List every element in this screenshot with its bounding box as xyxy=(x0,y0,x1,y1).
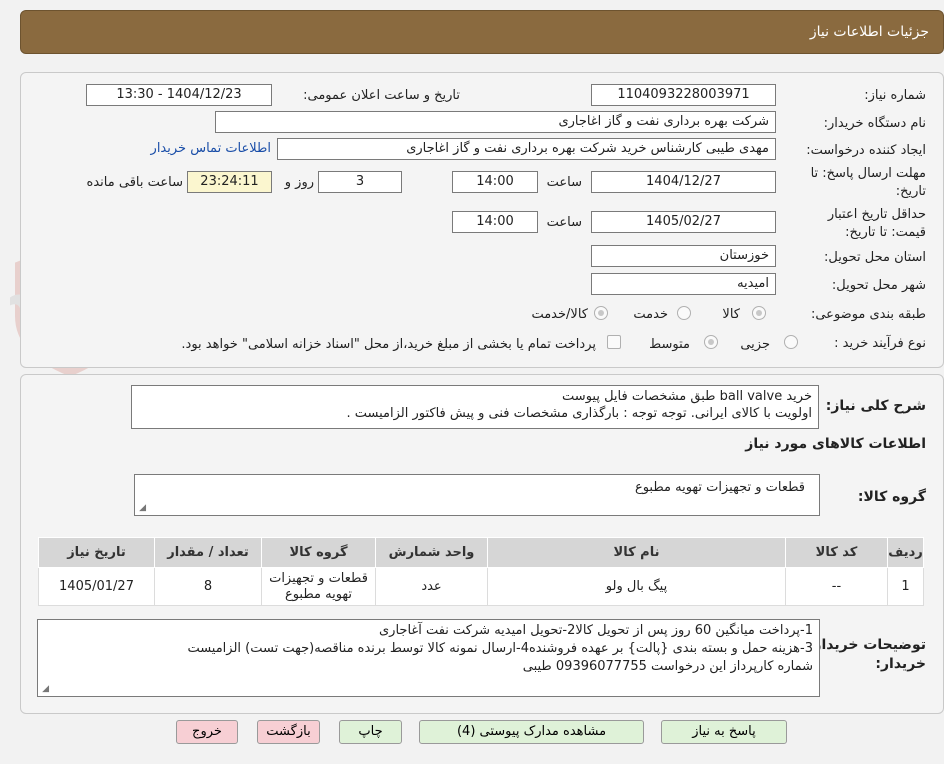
cell-row-number: 1 xyxy=(887,567,924,606)
buyer-notes-textarea: 1-پرداخت میانگین 60 روز پس از تحویل کالا… xyxy=(37,619,820,697)
goods-group-textarea: قطعات و تجهیزات تهویه مطبوع ◢ xyxy=(134,474,820,516)
cell-item-name: پیگ بال ولو xyxy=(487,567,786,606)
deadline-time-field: 14:00 xyxy=(452,171,538,193)
col-quantity: تعداد / مقدار xyxy=(154,537,262,568)
province-field: خوزستان xyxy=(591,245,776,267)
table-header-row: ردیف کد کالا نام کالا واحد شمارش گروه کا… xyxy=(38,537,924,568)
buyer-notes-line-2: 3-هزینه حمل و بسته بندی {پالت} بر عهده ف… xyxy=(187,641,813,656)
print-button[interactable]: چاپ xyxy=(339,720,402,744)
purchase-minor-label: جزیی xyxy=(740,337,770,352)
need-number-label: شماره نیاز: xyxy=(864,88,926,103)
category-service-radio[interactable] xyxy=(677,306,691,320)
col-item-code: کد کالا xyxy=(785,537,888,568)
deadline-time-label: ساعت xyxy=(546,175,582,190)
cell-quantity: 8 xyxy=(154,567,262,606)
resize-handle-icon: ◢ xyxy=(42,684,49,694)
validity-label: حداقل تاریخ اعتبار xyxy=(827,207,926,222)
col-goods-group: گروه کالا xyxy=(261,537,376,568)
purchase-medium-label: متوسط xyxy=(649,337,690,352)
exit-button[interactable]: خروج xyxy=(176,720,238,744)
purchase-type-label: نوع فرآیند خرید : xyxy=(834,336,926,351)
buyer-org-field: شرکت بهره برداری نفت و گاز اغاجاری xyxy=(215,111,776,133)
cell-goods-group: قطعات و تجهیزات تهویه مطبوع xyxy=(261,567,376,606)
deadline-date-field: 1404/12/27 xyxy=(591,171,776,193)
buyer-notes-line-3: شماره کارپرداز این درخواست 09396077755 ط… xyxy=(522,659,813,674)
buyer-notes-label: توضیحات خریدار: xyxy=(807,637,926,653)
purchase-minor-radio[interactable] xyxy=(784,335,798,349)
city-field: امیدیه xyxy=(591,273,776,295)
announce-field: 1404/12/23 - 13:30 xyxy=(86,84,272,106)
summary-line-2: اولویت با کالای ایرانی. توجه توجه : بارگ… xyxy=(346,406,812,421)
buyer-org-label: نام دستگاه خریدار: xyxy=(823,116,926,131)
summary-textarea: خرید ball valve طبق مشخصات فایل پیوست او… xyxy=(131,385,819,429)
validity-label-2: قیمت: تا تاریخ: xyxy=(845,225,926,240)
goods-section-title: اطلاعات کالاهای مورد نیاز xyxy=(745,436,926,452)
page-header: جزئیات اطلاعات نیاز xyxy=(20,10,944,54)
province-label: استان محل تحویل: xyxy=(824,250,926,265)
need-number-field: 1104093228003971 xyxy=(591,84,776,106)
col-row-number: ردیف xyxy=(887,537,924,568)
validity-date-field: 1405/02/27 xyxy=(591,211,776,233)
col-item-name: نام کالا xyxy=(487,537,786,568)
category-goods-service-radio[interactable] xyxy=(594,306,608,320)
reply-button[interactable]: پاسخ به نیاز xyxy=(661,720,787,744)
days-remaining-field: 3 xyxy=(318,171,402,193)
category-label: طبقه بندی موضوعی: xyxy=(810,307,926,322)
cell-need-date: 1405/01/27 xyxy=(38,567,155,606)
summary-line-1: خرید ball valve طبق مشخصات فایل پیوست xyxy=(562,389,812,404)
col-unit: واحد شمارش xyxy=(375,537,488,568)
buyer-notes-label-2: خریدار: xyxy=(875,656,926,672)
category-goods-radio[interactable] xyxy=(752,306,766,320)
remaining-time-field: 23:24:11 xyxy=(187,171,272,193)
days-label: روز و xyxy=(284,175,314,190)
requester-field: مهدی طیبی کارشناس خرید شرکت بهره برداری … xyxy=(277,138,776,160)
announce-label: تاریخ و ساعت اعلان عمومی: xyxy=(303,88,460,103)
city-label: شهر محل تحویل: xyxy=(831,278,926,293)
category-service-label: خدمت xyxy=(633,307,668,322)
treasury-payment-label: پرداخت تمام یا بخشی از مبلغ خرید،از محل … xyxy=(181,337,596,352)
cell-item-code: -- xyxy=(785,567,888,606)
view-attachments-button[interactable]: مشاهده مدارک پیوستی (4) xyxy=(419,720,644,744)
table-row: 1 -- پیگ بال ولو عدد قطعات و تجهیزات تهو… xyxy=(38,567,924,606)
goods-group-label: گروه کالا: xyxy=(857,489,926,505)
buyer-contact-link[interactable]: اطلاعات تماس خریدار xyxy=(151,141,271,156)
page-title: جزئیات اطلاعات نیاز xyxy=(809,24,929,40)
back-button[interactable]: بازگشت xyxy=(257,720,320,744)
treasury-payment-checkbox[interactable] xyxy=(607,335,621,349)
resize-handle-icon: ◢ xyxy=(139,503,146,513)
category-goods-service-label: کالا/خدمت xyxy=(531,307,588,322)
summary-label: شرح کلی نیاز: xyxy=(825,398,926,414)
cell-unit: عدد xyxy=(375,567,488,606)
validity-time-field: 14:00 xyxy=(452,211,538,233)
category-goods-label: کالا xyxy=(722,307,740,322)
deadline-label-2: تاریخ: xyxy=(895,184,926,199)
deadline-label: مهلت ارسال پاسخ: تا xyxy=(810,166,926,181)
col-need-date: تاریخ نیاز xyxy=(38,537,155,568)
goods-table: ردیف کد کالا نام کالا واحد شمارش گروه کا… xyxy=(38,537,924,606)
validity-time-label: ساعت xyxy=(546,215,582,230)
purchase-medium-radio[interactable] xyxy=(704,335,718,349)
remaining-label: ساعت باقی مانده xyxy=(86,175,183,190)
requester-label: ایجاد کننده درخواست: xyxy=(806,143,926,158)
goods-group-value: قطعات و تجهیزات تهویه مطبوع xyxy=(634,480,805,495)
buyer-notes-line-1: 1-پرداخت میانگین 60 روز پس از تحویل کالا… xyxy=(379,623,813,638)
